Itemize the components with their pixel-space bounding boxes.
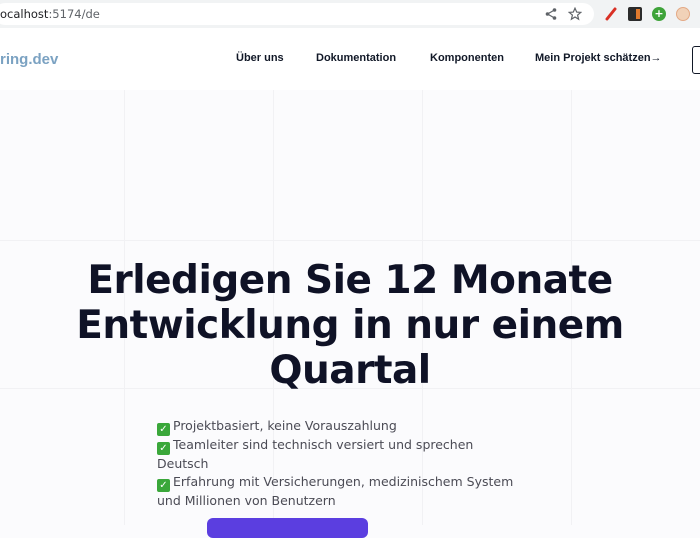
- check-icon: ✓: [157, 442, 170, 455]
- header-cta-button[interactable]: [692, 46, 700, 74]
- feature-text: Erfahrung mit Versicherungen, medizinisc…: [157, 474, 514, 508]
- cookie-extension-icon[interactable]: [676, 7, 690, 21]
- nav-about[interactable]: Über uns: [236, 52, 284, 64]
- nav-estimate-project[interactable]: Mein Projekt schätzen→: [535, 52, 662, 64]
- grid-line: [0, 240, 700, 241]
- feature-list: ✓ Projektbasiert, keine Vorauszahlung ✓ Te…: [157, 417, 517, 510]
- logo[interactable]: ring.dev: [0, 51, 58, 68]
- url-text[interactable]: ocalhost:5174/de: [0, 7, 100, 21]
- pen-extension-icon[interactable]: [604, 7, 618, 21]
- hero-title-line: Erledigen Sie 12 Monate: [87, 258, 613, 303]
- feature-text: Teamleiter sind technisch versiert und s…: [157, 437, 474, 471]
- nav-components[interactable]: Komponenten: [430, 52, 504, 64]
- site-header: ring.dev Über uns Dokumentation Komponen…: [0, 28, 700, 90]
- feature-item: ✓ Projektbasiert, keine Vorauszahlung: [157, 417, 517, 436]
- url-path: :5174/de: [48, 7, 100, 21]
- check-icon: ✓: [157, 479, 170, 492]
- address-bar[interactable]: ocalhost:5174/de: [0, 3, 594, 25]
- feature-item: ✓ Teamleiter sind technisch versiert und …: [157, 436, 517, 473]
- hero-title-line: Quartal: [269, 348, 431, 393]
- feature-item: ✓ Erfahrung mit Versicherungen, medizinis…: [157, 473, 517, 510]
- hero-title-line: Entwicklung in nur einem: [76, 303, 624, 348]
- feature-text: Projektbasiert, keine Vorauszahlung: [173, 418, 397, 433]
- hero-title: Erledigen Sie 12 Monate Entwicklung in n…: [0, 258, 700, 393]
- nav-documentation[interactable]: Dokumentation: [316, 52, 396, 64]
- plus-extension-icon[interactable]: +: [652, 7, 666, 21]
- hero-cta-button[interactable]: [207, 518, 368, 538]
- check-icon: ✓: [157, 423, 170, 436]
- share-icon[interactable]: [544, 7, 558, 21]
- box-extension-icon[interactable]: [628, 7, 642, 21]
- star-icon[interactable]: [568, 7, 582, 21]
- url-host: ocalhost: [0, 7, 49, 21]
- browser-toolbar: ocalhost:5174/de +: [0, 0, 700, 29]
